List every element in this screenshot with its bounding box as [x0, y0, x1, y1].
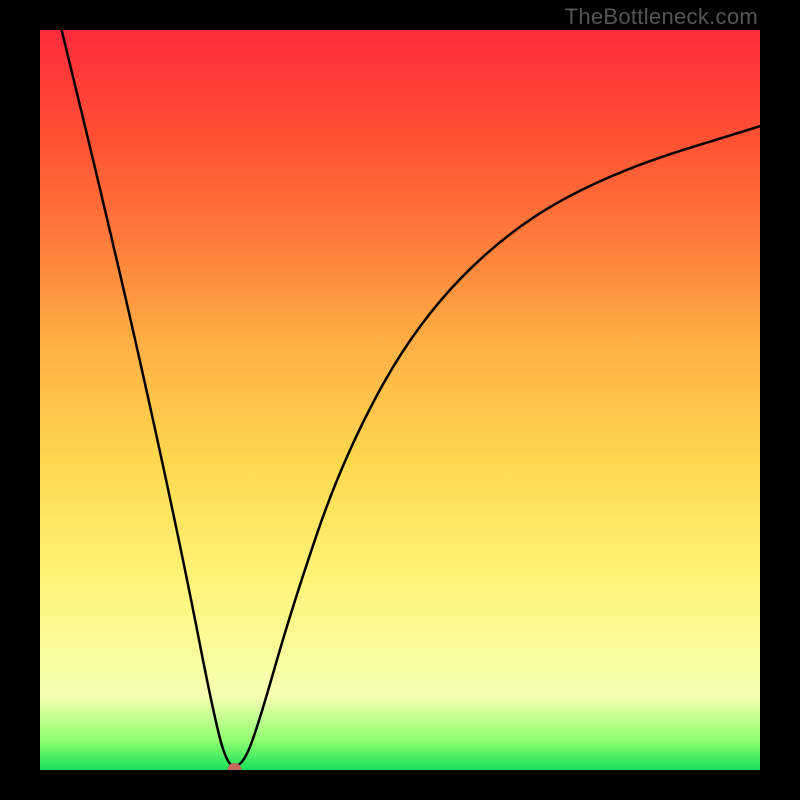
curve-svg	[40, 30, 760, 770]
watermark-text: TheBottleneck.com	[565, 4, 758, 30]
plot-area	[40, 30, 760, 770]
bottleneck-curve	[62, 30, 760, 766]
chart-container: TheBottleneck.com	[0, 0, 800, 800]
